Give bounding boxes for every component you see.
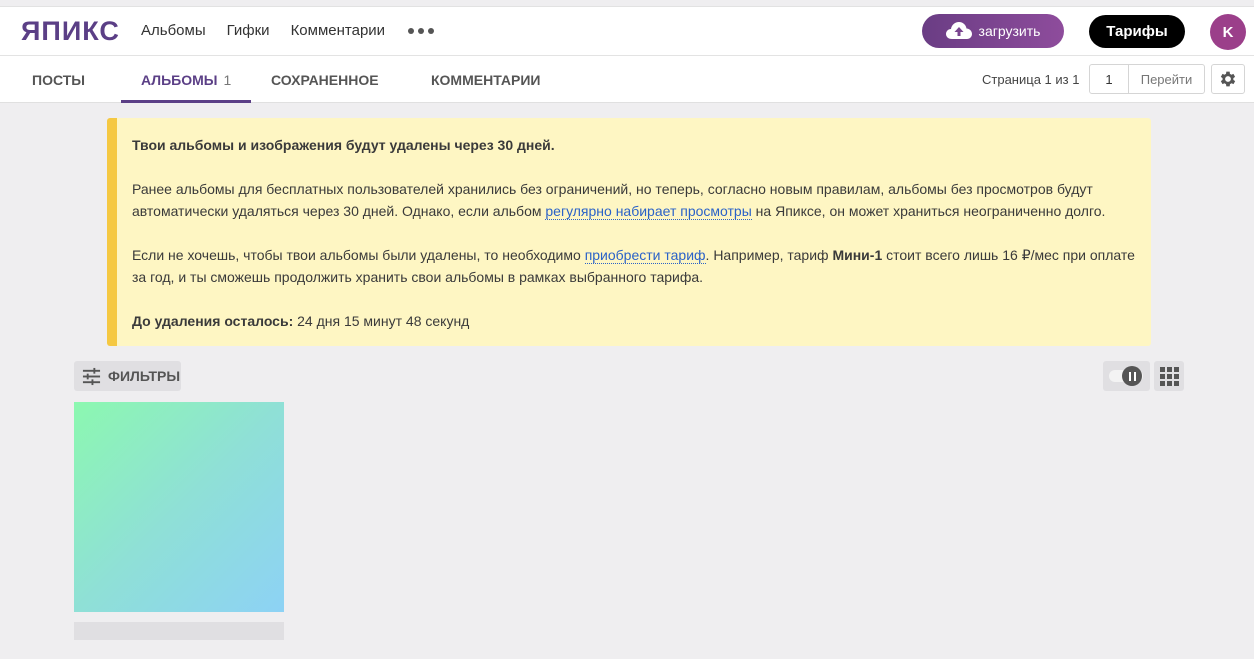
album-title-placeholder bbox=[74, 622, 284, 640]
sliders-icon bbox=[82, 367, 101, 385]
filters-button[interactable]: ФИЛЬТРЫ bbox=[74, 361, 181, 391]
deletion-notice: Твои альбомы и изображения будут удалены… bbox=[107, 118, 1151, 346]
notice-p1-text-end: на Япиксе, он может храниться неограниче… bbox=[751, 203, 1106, 219]
avatar[interactable]: K bbox=[1210, 14, 1246, 50]
tab-comments[interactable]: КОММЕНТАРИИ bbox=[431, 72, 540, 88]
tab-posts[interactable]: ПОСТЫ bbox=[32, 72, 85, 88]
notice-countdown: До удаления осталось: 24 дня 15 минут 48… bbox=[132, 310, 1136, 332]
tab-saved[interactable]: СОХРАНЕННОЕ bbox=[271, 72, 379, 88]
more-menu-icon[interactable] bbox=[408, 28, 435, 34]
settings-button[interactable] bbox=[1211, 64, 1245, 94]
tab-posts-label: ПОСТЫ bbox=[32, 72, 85, 88]
countdown-value: 24 дня 15 минут 48 секунд bbox=[293, 313, 470, 329]
active-tab-indicator bbox=[121, 100, 251, 103]
tab-albums-label: АЛЬБОМЫ bbox=[141, 72, 218, 88]
upload-button[interactable]: загрузить bbox=[922, 14, 1064, 48]
tab-albums-count: 1 bbox=[223, 72, 232, 88]
tab-albums[interactable]: АЛЬБОМЫ 1 bbox=[141, 72, 231, 88]
notice-tariff-name: Мини-1 bbox=[832, 247, 883, 263]
nav-link-comments[interactable]: Комментарии bbox=[291, 21, 385, 41]
nav-link-gifs[interactable]: Гифки bbox=[227, 21, 270, 41]
main-nav: Альбомы Гифки Комментарии bbox=[141, 21, 435, 41]
profile-tabs-bar: ПОСТЫ АЛЬБОМЫ 1 СОХРАНЕННОЕ КОММЕНТАРИИ С… bbox=[0, 56, 1254, 103]
notice-paragraph-2: Если не хочешь, чтобы твои альбомы были … bbox=[132, 244, 1136, 288]
views-info-link[interactable]: регулярно набирает просмотры bbox=[545, 203, 752, 220]
page-number-input[interactable] bbox=[1089, 64, 1129, 94]
go-button[interactable]: Перейти bbox=[1128, 64, 1205, 94]
autoplay-toggle[interactable] bbox=[1103, 361, 1150, 391]
notice-p2-mid: . Например, тариф bbox=[705, 247, 833, 263]
grid-view-icon[interactable] bbox=[1154, 361, 1184, 391]
pause-icon bbox=[1122, 366, 1142, 386]
countdown-label: До удаления осталось: bbox=[132, 313, 294, 329]
top-bar: ЯПИКС Альбомы Гифки Комментарии загрузит… bbox=[0, 6, 1254, 56]
nav-link-albums[interactable]: Альбомы bbox=[141, 21, 206, 41]
logo[interactable]: ЯПИКС bbox=[21, 17, 120, 45]
upload-button-label: загрузить bbox=[978, 23, 1041, 39]
tab-saved-label: СОХРАНЕННОЕ bbox=[271, 72, 379, 88]
pager-label: Страница 1 из 1 bbox=[982, 72, 1080, 87]
filters-label: ФИЛЬТРЫ bbox=[108, 368, 181, 384]
buy-tariff-link[interactable]: приобрести тариф bbox=[584, 247, 706, 264]
album-thumbnail[interactable] bbox=[74, 402, 284, 612]
cloud-upload-icon bbox=[945, 22, 972, 39]
gear-icon bbox=[1220, 71, 1236, 87]
notice-paragraph-1: Ранее альбомы для бесплатных пользовател… bbox=[132, 178, 1136, 222]
tab-comments-label: КОММЕНТАРИИ bbox=[431, 72, 541, 88]
notice-title: Твои альбомы и изображения будут удалены… bbox=[132, 137, 555, 153]
tariffs-button[interactable]: Тарифы bbox=[1089, 15, 1185, 48]
notice-p2-text: Если не хочешь, чтобы твои альбомы были … bbox=[132, 247, 585, 263]
